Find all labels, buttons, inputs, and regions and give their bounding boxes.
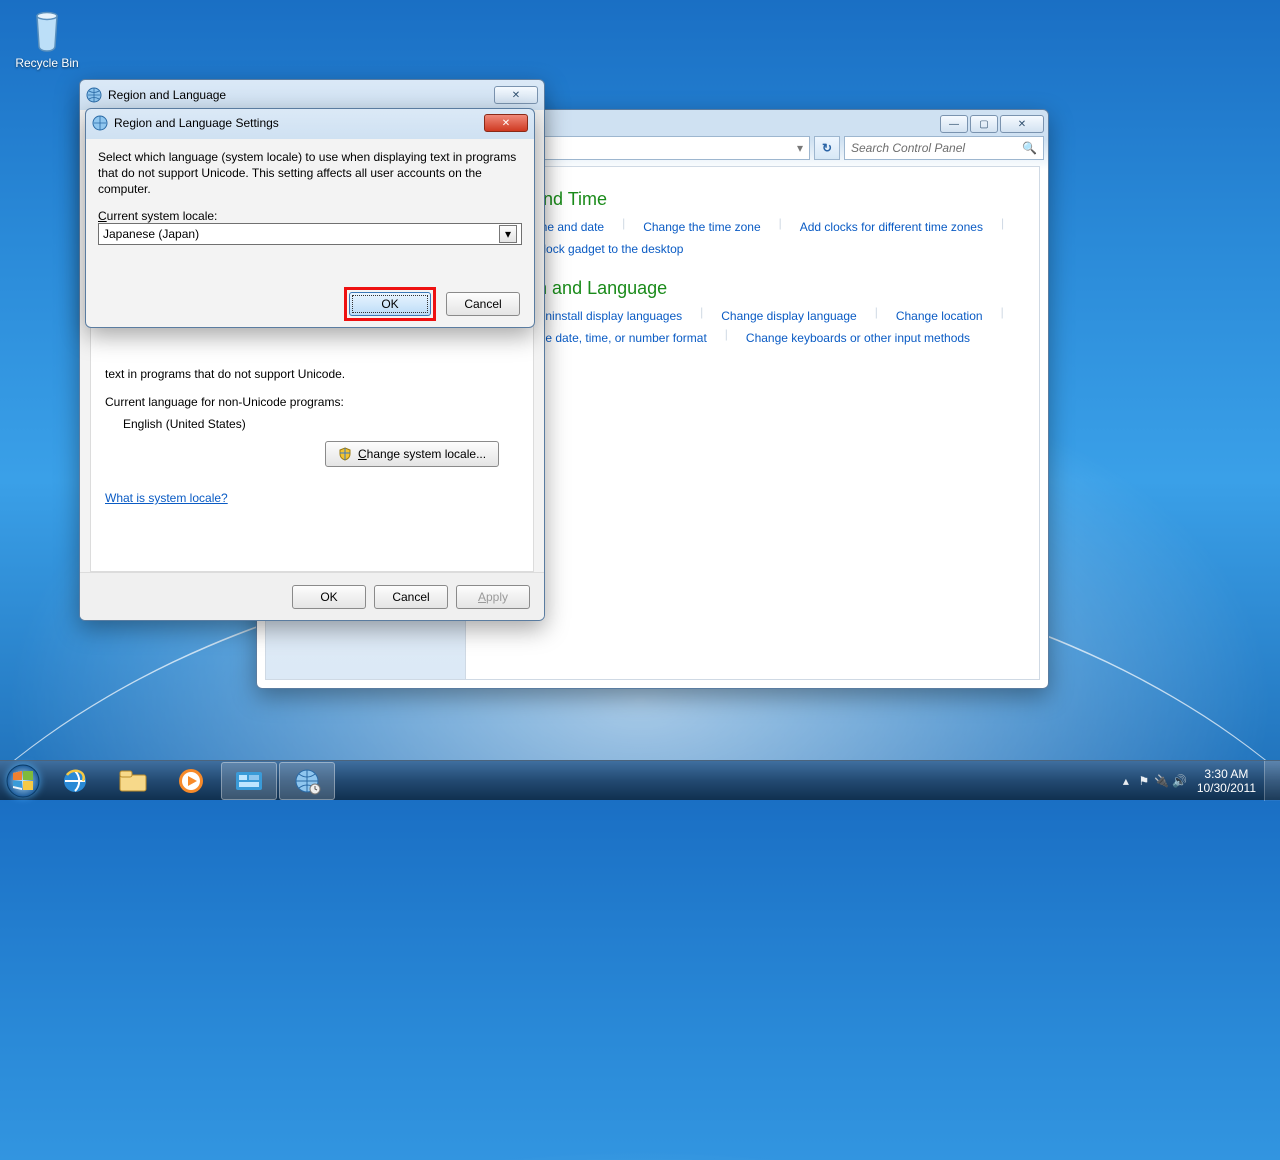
rl-ok-button[interactable]: OK xyxy=(292,585,366,609)
taskbar-explorer-button[interactable] xyxy=(105,762,161,800)
rl-title: Region and Language xyxy=(108,88,226,102)
taskbar-clock[interactable]: 3:30 AM 10/30/2011 xyxy=(1189,767,1264,795)
rls-system-locale-combobox[interactable]: Japanese (Japan) ▾ xyxy=(98,223,522,245)
cp-link-change-keyboards[interactable]: Change keyboards or other input methods xyxy=(746,327,970,349)
rl-nonunicode-desc-line: text in programs that do not support Uni… xyxy=(105,367,519,381)
rls-cancel-button[interactable]: Cancel xyxy=(446,292,520,316)
cp-link-change-location[interactable]: Change location xyxy=(896,305,983,327)
cp-address-dropdown-icon[interactable]: ▾ xyxy=(797,141,803,155)
taskbar-ie-button[interactable] xyxy=(47,762,103,800)
cp-main: Date and Time Set the time and date| Cha… xyxy=(466,167,1039,679)
rl-what-is-system-locale-link[interactable]: What is system locale? xyxy=(105,491,228,505)
rl-apply-button: Apply xyxy=(456,585,530,609)
cp-link-change-timezone[interactable]: Change the time zone xyxy=(643,216,760,238)
cp-maximize-button[interactable]: ▢ xyxy=(970,115,998,133)
cp-region-links: Install or uninstall display languages| … xyxy=(490,305,1015,349)
start-button[interactable] xyxy=(0,761,46,801)
rl-current-lang-value: English (United States) xyxy=(123,417,519,431)
tray-volume-icon[interactable]: 🔊 xyxy=(1171,761,1189,801)
cp-refresh-button[interactable]: ↻ xyxy=(814,136,840,160)
uac-shield-icon xyxy=(338,447,352,461)
globe-icon xyxy=(86,87,102,103)
taskbar-region-language-button[interactable] xyxy=(279,762,335,800)
cp-search-placeholder: Search Control Panel xyxy=(851,141,965,155)
rls-title: Region and Language Settings xyxy=(114,116,279,130)
rls-ok-button[interactable]: OK xyxy=(349,292,431,316)
cp-link-change-display-lang[interactable]: Change display language xyxy=(721,305,856,327)
cp-search-input[interactable]: Search Control Panel 🔍 xyxy=(844,136,1044,160)
tray-flag-icon[interactable]: ⚑ xyxy=(1135,761,1153,801)
rl-button-row: OK Cancel Apply xyxy=(80,572,544,620)
tray-show-hidden-icon[interactable]: ▴ xyxy=(1117,761,1135,801)
rls-ok-highlight: OK xyxy=(344,287,436,321)
rl-change-locale-label: Change system locale... xyxy=(358,447,486,461)
rl-change-system-locale-button[interactable]: Change system locale... xyxy=(325,441,499,467)
rl-cancel-button[interactable]: Cancel xyxy=(374,585,448,609)
cp-window-controls: — ▢ ✕ xyxy=(940,115,1044,133)
recycle-bin-label: Recycle Bin xyxy=(10,56,84,70)
rls-combo-label: Current system locale: xyxy=(98,209,522,223)
cp-category-date-time[interactable]: Date and Time xyxy=(490,189,1015,210)
taskbar-time: 3:30 AM xyxy=(1197,767,1256,781)
rls-combo-value: Japanese (Japan) xyxy=(103,227,199,241)
globe-icon xyxy=(92,115,108,131)
taskbar: ▴ ⚑ 🔌 🔊 3:30 AM 10/30/2011 xyxy=(0,760,1280,800)
show-desktop-button[interactable] xyxy=(1264,761,1280,801)
cp-close-button[interactable]: ✕ xyxy=(1000,115,1044,133)
taskbar-date: 10/30/2011 xyxy=(1197,781,1256,795)
region-language-settings-dialog: Region and Language Settings ✕ Select wh… xyxy=(85,108,535,328)
taskbar-media-player-button[interactable] xyxy=(163,762,219,800)
chevron-down-icon[interactable]: ▾ xyxy=(499,225,517,243)
cp-datetime-links: Set the time and date| Change the time z… xyxy=(490,216,1015,260)
cp-minimize-button[interactable]: — xyxy=(940,115,968,133)
cp-link-add-clocks[interactable]: Add clocks for different time zones xyxy=(800,216,983,238)
rl-current-lang-label: Current language for non-Unicode program… xyxy=(105,395,519,409)
rl-close-button[interactable]: ✕ xyxy=(494,86,538,104)
rls-description: Select which language (system locale) to… xyxy=(98,149,522,197)
recycle-bin-icon[interactable]: Recycle Bin xyxy=(10,6,84,70)
search-icon: 🔍 xyxy=(1022,141,1037,155)
tray-power-icon[interactable]: 🔌 xyxy=(1153,761,1171,801)
rls-button-row: OK Cancel xyxy=(86,281,534,327)
taskbar-control-panel-button[interactable] xyxy=(221,762,277,800)
cp-category-region-language[interactable]: Region and Language xyxy=(490,278,1015,299)
recycle-bin-glyph xyxy=(23,6,71,54)
rls-close-button[interactable]: ✕ xyxy=(484,114,528,132)
